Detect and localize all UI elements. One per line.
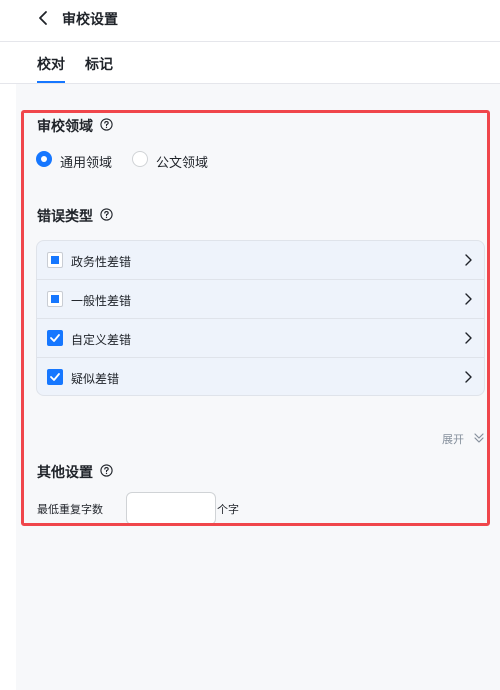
tab-mark[interactable]: 标记 xyxy=(85,54,113,74)
header-bar: 审校设置 xyxy=(0,0,500,42)
page-title: 审校设置 xyxy=(62,12,118,28)
chevron-left-icon[interactable] xyxy=(36,10,52,26)
tab-bar: 校对 标记 xyxy=(0,42,500,84)
highlight-frame xyxy=(21,110,490,526)
tab-proofread[interactable]: 校对 xyxy=(37,54,65,83)
left-gutter xyxy=(0,84,16,690)
